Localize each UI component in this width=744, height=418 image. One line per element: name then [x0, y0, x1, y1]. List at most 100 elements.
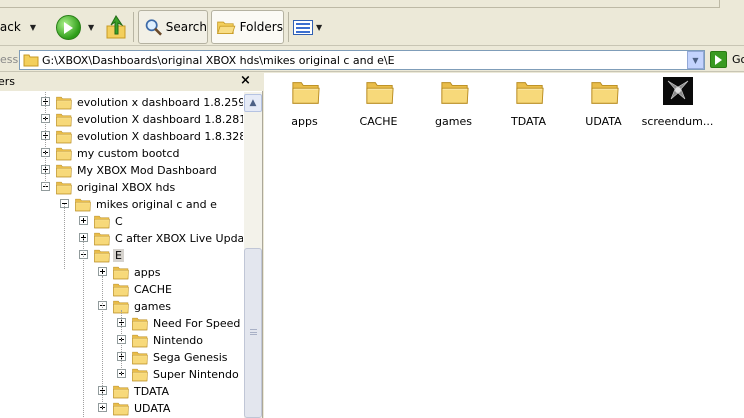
- scroll-thumb[interactable]: [244, 248, 262, 418]
- tree-item-label: games: [134, 300, 171, 313]
- tree-item[interactable]: C after XBOX Live Update: [0, 230, 243, 247]
- tree-item[interactable]: evolution X dashboard 1.8.2812: [0, 111, 243, 128]
- folder-icon: [591, 82, 619, 104]
- back-button[interactable]: Back ▼: [0, 10, 36, 44]
- tree-item[interactable]: my custom bootcd: [0, 145, 243, 162]
- folder-item[interactable]: CACHE: [341, 77, 416, 133]
- tree-item[interactable]: mikes original c and e: [0, 196, 243, 213]
- grip-icon: [250, 329, 257, 335]
- file-item[interactable]: screendum...: [640, 77, 715, 133]
- folder-icon: [292, 82, 320, 104]
- tree-item-label: C after XBOX Live Update: [115, 232, 243, 245]
- forward-dropdown[interactable]: ▼: [88, 10, 98, 44]
- expand-icon[interactable]: [98, 267, 107, 276]
- folder-icon: [94, 232, 110, 246]
- folder-icon: [516, 82, 544, 104]
- tree-item[interactable]: original XBOX hds: [0, 179, 243, 196]
- tree-item-label: Super Nintendo: [153, 368, 239, 381]
- tree-item[interactable]: My XBOX Mod Dashboard: [0, 162, 243, 179]
- scroll-up-button[interactable]: ▲: [244, 94, 262, 112]
- folder-icon: [94, 215, 110, 229]
- tree-item-label: evolution X dashboard 1.8.3285: [77, 130, 243, 143]
- tree-item[interactable]: UDATA: [0, 400, 243, 417]
- address-input[interactable]: G:\XBOX\Dashboards\original XBOX hds\mik…: [19, 50, 705, 70]
- go-arrow-icon: [710, 51, 727, 68]
- tree-item[interactable]: E: [0, 247, 243, 264]
- chevron-down-icon: ▼: [88, 22, 95, 32]
- search-label: Search: [165, 20, 207, 34]
- chevron-up-icon: ▲: [249, 98, 257, 108]
- folders-label: Folders: [239, 20, 283, 34]
- folder-item[interactable]: games: [416, 77, 491, 133]
- folder-icon: [56, 96, 72, 110]
- folder-tree: evolution x dashboard 1.8.2594 evolution …: [0, 92, 243, 418]
- folder-item[interactable]: apps: [267, 77, 342, 133]
- tree-scrollbar[interactable]: ▲: [244, 92, 262, 418]
- folder-item[interactable]: UDATA: [566, 77, 641, 133]
- tree-guide-line: [64, 204, 65, 269]
- folders-pane-title: ers: [0, 75, 16, 88]
- folder-icon: [56, 147, 72, 161]
- tree-item[interactable]: C: [0, 213, 243, 230]
- folder-icon: [441, 82, 469, 104]
- up-folder-icon: [106, 15, 126, 39]
- folder-icon: [113, 385, 129, 399]
- menu-bar-edge: [0, 0, 744, 8]
- tree-item-label: C: [115, 215, 123, 228]
- item-label: CACHE: [359, 115, 398, 128]
- folder-icon: [132, 317, 148, 331]
- standard-toolbar: Back ▼ ▼ Search Folders ▼: [0, 0, 744, 46]
- up-button[interactable]: [104, 10, 130, 44]
- folders-icon: [217, 21, 236, 34]
- expand-icon[interactable]: [79, 216, 88, 225]
- folders-pane: ers × evolution x dashboard 1.8.2594 evol…: [0, 73, 263, 418]
- forward-button[interactable]: [56, 10, 82, 44]
- go-button[interactable]: Go: [710, 51, 744, 68]
- chevron-down-icon: ▼: [692, 55, 699, 65]
- address-bar: ess G:\XBOX\Dashboards\original XBOX hds…: [0, 47, 744, 72]
- chevron-down-icon: ▼: [316, 22, 323, 32]
- folder-icon: [56, 113, 72, 127]
- tree-item-label: evolution x dashboard 1.8.2594: [77, 96, 243, 109]
- address-path: G:\XBOX\Dashboards\original XBOX hds\mik…: [42, 53, 395, 67]
- tree-guide-line: [45, 92, 46, 187]
- folder-icon: [94, 249, 110, 263]
- forward-arrow-icon: [56, 14, 81, 40]
- tree-item-label: mikes original c and e: [96, 198, 217, 211]
- tree-item[interactable]: evolution x dashboard 1.8.2594: [0, 94, 243, 111]
- folders-button[interactable]: Folders: [211, 10, 284, 44]
- tree-item[interactable]: evolution X dashboard 1.8.3285: [0, 128, 243, 145]
- folder-icon: [56, 130, 72, 144]
- tree-item-label: my custom bootcd: [77, 147, 180, 160]
- tree-item-label: E: [113, 249, 124, 262]
- tree-item-label: evolution X dashboard 1.8.2812: [77, 113, 243, 126]
- item-label: TDATA: [510, 115, 547, 128]
- toolbar-separator: [288, 12, 289, 42]
- tree-guide-line: [83, 238, 84, 418]
- close-icon[interactable]: ×: [240, 73, 251, 88]
- folder-icon: [56, 164, 72, 178]
- views-button[interactable]: ▼: [293, 10, 327, 44]
- tree-item[interactable]: apps: [0, 264, 243, 281]
- tree-item-label: My XBOX Mod Dashboard: [77, 164, 217, 177]
- tree-item[interactable]: TDATA: [0, 383, 243, 400]
- back-dropdown-icon[interactable]: ▼: [30, 23, 36, 32]
- folder-icon: [366, 82, 394, 104]
- folder-icon: [132, 368, 148, 382]
- address-dropdown-button[interactable]: ▼: [687, 51, 704, 69]
- image-thumbnail-icon: [663, 77, 693, 105]
- folder-icon: [75, 198, 91, 212]
- tree-guide-line: [121, 310, 122, 378]
- tree-item-label: apps: [134, 266, 161, 279]
- folder-icon: [132, 334, 148, 348]
- folder-item[interactable]: TDATA: [491, 77, 566, 133]
- tree-item-label: original XBOX hds: [77, 181, 176, 194]
- tree-item-label: Need For Speed Ho: [153, 317, 243, 330]
- address-label: ess: [0, 53, 18, 66]
- tree-item-label: Sega Genesis: [153, 351, 228, 364]
- folder-icon: [113, 283, 129, 297]
- item-label: games: [435, 115, 472, 128]
- tree-guide-line: [102, 276, 103, 412]
- search-button[interactable]: Search: [138, 10, 208, 44]
- tree-item[interactable]: CACHE: [0, 281, 243, 298]
